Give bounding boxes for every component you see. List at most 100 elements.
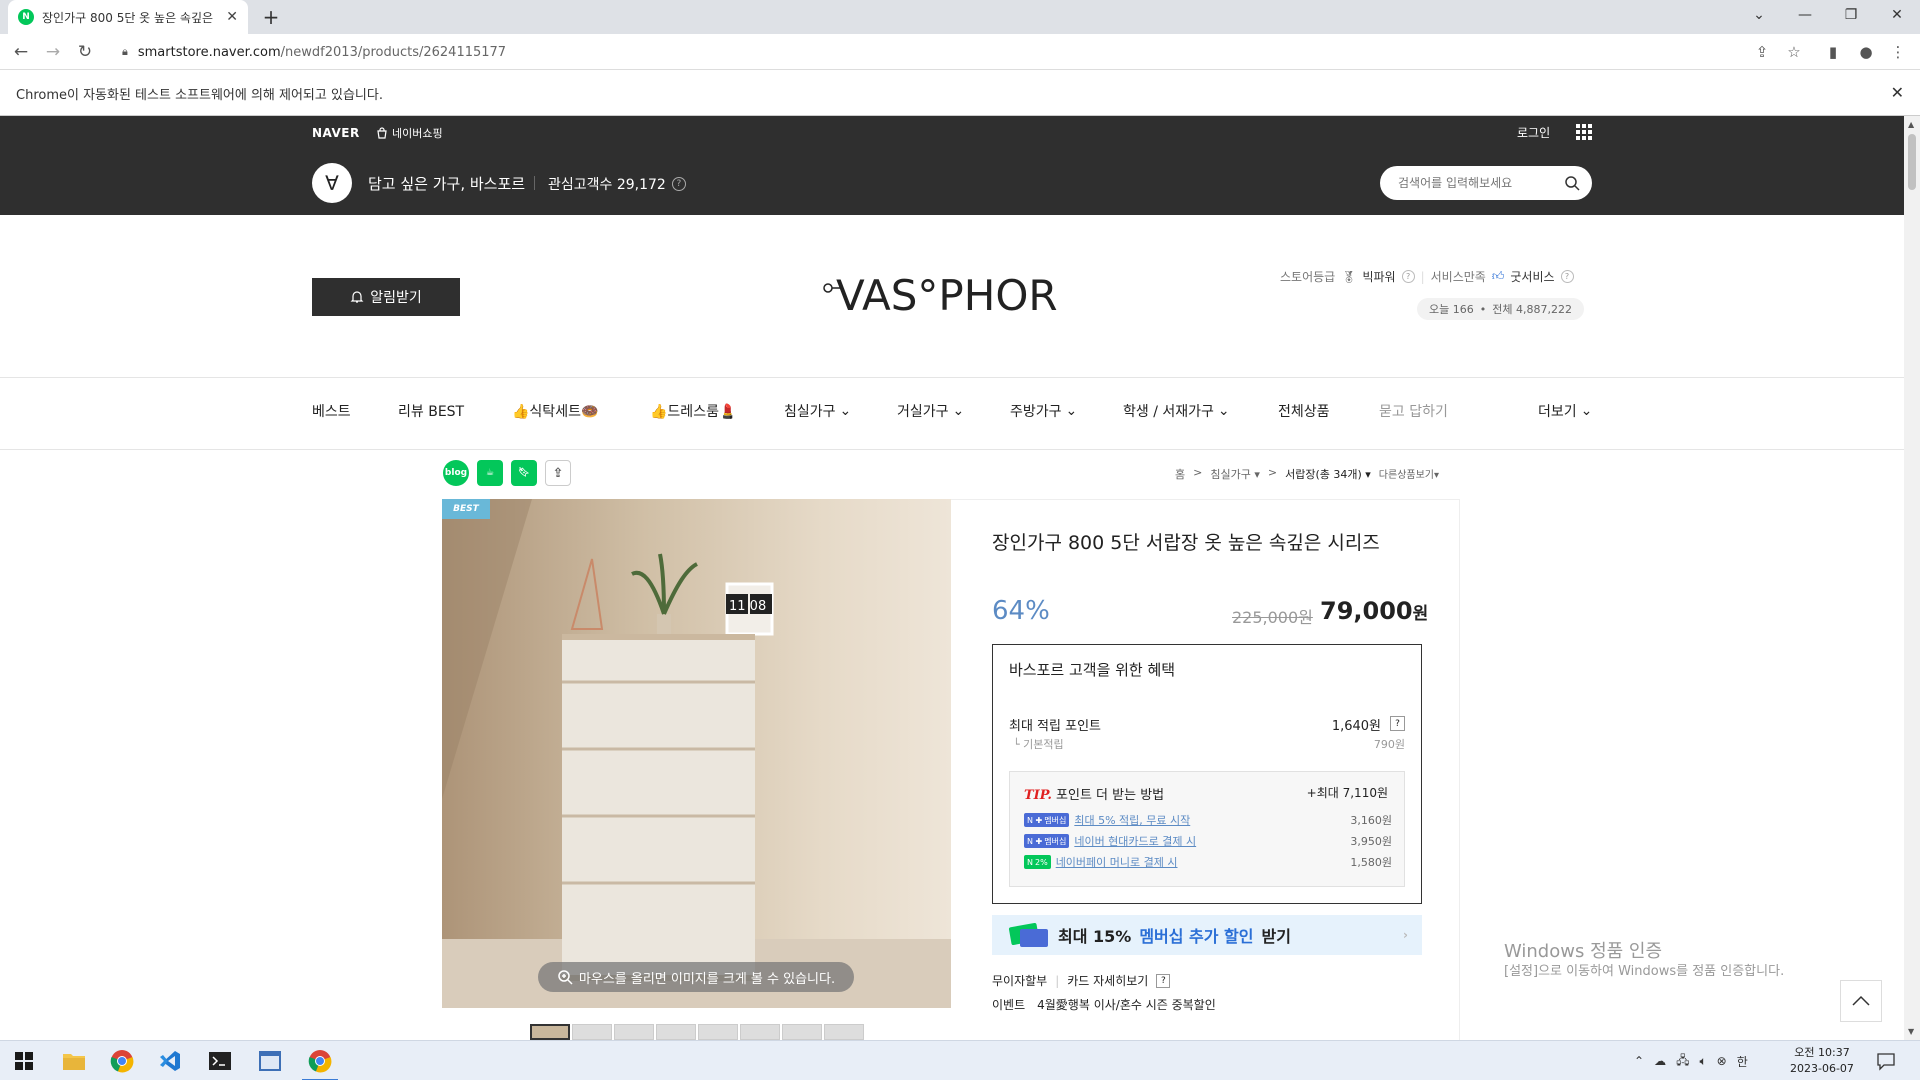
scroll-to-top-button[interactable] (1840, 980, 1882, 1022)
taskbar-clock[interactable]: 오전 10:37 2023-06-07 (1790, 1045, 1854, 1077)
menu-item-more[interactable]: 더보기 ⌄ (1538, 401, 1592, 421)
start-button[interactable] (0, 1041, 48, 1080)
menu-item-dining-set[interactable]: 👍식탁세트🍩 (512, 401, 598, 421)
menu-item-bedroom[interactable]: 침실가구 ⌄ (784, 401, 851, 421)
chrome-active-taskbar-button[interactable] (296, 1041, 344, 1080)
brand-logo[interactable]: VAS°PHOR (820, 264, 1080, 324)
blog-share-button[interactable]: blog (443, 460, 469, 486)
chevron-right-icon: › (1403, 928, 1408, 942)
naver-logo[interactable]: NAVER (312, 126, 360, 140)
store-name[interactable]: 담고 싶은 가구, 바스포르 (368, 173, 525, 194)
thumbnail[interactable] (824, 1024, 864, 1040)
scroll-down-icon[interactable]: ▼ (1908, 1027, 1914, 1036)
event-text[interactable]: 4월愛행복 이사/혼수 시즌 중복할인 (1037, 996, 1216, 1013)
tip-text[interactable]: 네이버페이 머니로 결제 시 (1056, 854, 1351, 870)
benefit-box: 바스포르 고객을 위한 혜택 최대 적립 포인트 1,640원 ? └ 기본적립… (992, 644, 1422, 904)
help-icon[interactable]: ? (1156, 973, 1171, 988)
back-button[interactable]: ← (8, 39, 34, 65)
browser-tab[interactable]: N 장인가구 800 5단 옷 높은 속깊은 ✕ (8, 0, 248, 34)
ime-indicator[interactable]: 한 (1737, 1053, 1748, 1070)
onedrive-icon[interactable]: ☁︎ (1654, 1054, 1666, 1068)
minimize-button[interactable]: — (1782, 0, 1828, 30)
base-points-label: └ 기본적립 (1013, 738, 1064, 751)
thumbnail[interactable] (572, 1024, 612, 1040)
login-link[interactable]: 로그인 (1517, 124, 1550, 141)
thumbnail[interactable] (740, 1024, 780, 1040)
volume-icon[interactable]: 🔈︎ (1699, 1054, 1706, 1069)
card-details-link[interactable]: 카드 자세히보기 (1067, 972, 1148, 989)
menu-item-kitchen[interactable]: 주방가구 ⌄ (1010, 401, 1077, 421)
tab-search-icon[interactable]: ⌄ (1736, 0, 1782, 30)
tip-heading: TIP. 포인트 더 받는 방법 (1024, 788, 1165, 803)
share-button[interactable]: ⇪ (545, 460, 571, 486)
naver-shopping-link[interactable]: 네이버쇼핑 (376, 125, 443, 141)
tip-row[interactable]: N 2% 네이버페이 머니로 결제 시 1,580원 (1024, 854, 1392, 870)
menu-item-dressroom[interactable]: 👍드레스룸💄 (650, 401, 736, 421)
bookmark-share-button[interactable]: 🔖︎ (511, 460, 537, 486)
forward-button[interactable]: → (40, 39, 66, 65)
store-search-box[interactable] (1380, 166, 1592, 200)
file-explorer-button[interactable] (50, 1041, 98, 1080)
scrollbar-thumb[interactable] (1908, 134, 1916, 190)
search-input[interactable] (1398, 176, 1564, 190)
thumbnail[interactable] (698, 1024, 738, 1040)
status-icon[interactable]: ⊗ (1717, 1054, 1727, 1068)
menu-item-livingroom[interactable]: 거실가구 ⌄ (897, 401, 964, 421)
chrome-menu-icon[interactable]: ⋮ (1888, 42, 1908, 62)
help-icon[interactable]: ? (1390, 716, 1405, 731)
infobar-close-icon[interactable]: ✕ (1891, 83, 1904, 102)
menu-item-review-best[interactable]: 리뷰 BEST (398, 401, 464, 421)
thumbnail[interactable] (530, 1024, 570, 1040)
cafe-share-button[interactable]: ☕︎ (477, 460, 503, 486)
scroll-up-icon[interactable]: ▲ (1908, 120, 1914, 129)
banner-highlight: 멤버십 추가 할인 (1139, 927, 1254, 946)
breadcrumb-level2[interactable]: 서랍장(총 34개) ▾ (1285, 466, 1371, 482)
reload-button[interactable]: ↻ (72, 39, 98, 65)
maximize-button[interactable]: ❐ (1828, 0, 1874, 30)
page-scrollbar[interactable]: ▲ ▼ (1904, 116, 1920, 1040)
breadcrumb-home[interactable]: 홈 (1175, 466, 1185, 482)
menu-item-all-products[interactable]: 전체상품 (1278, 401, 1330, 421)
help-icon[interactable]: ? (1401, 270, 1415, 283)
membership-banner[interactable]: 최대 15% 멤버십 추가 할인 받기 › (992, 915, 1422, 955)
breadcrumb: 홈 > 침실가구 ▾ > 서랍장(총 34개) ▾ 다른상품보기▾ (1175, 466, 1439, 482)
tip-text[interactable]: 최대 5% 적립, 무료 시작 (1074, 812, 1350, 828)
notification-icon[interactable] (1876, 1051, 1896, 1071)
store-profile-icon[interactable]: ∀ (312, 163, 352, 203)
thumbnail[interactable] (614, 1024, 654, 1040)
app-button[interactable] (246, 1041, 294, 1080)
chevron-up-icon[interactable]: ⌃ (1634, 1054, 1644, 1068)
chrome-taskbar-button[interactable] (98, 1041, 146, 1080)
tip-row[interactable]: N ✚ 멤버십 최대 5% 적립, 무료 시작 3,160원 (1024, 812, 1392, 828)
network-icon[interactable]: 🖧︎ (1676, 1051, 1689, 1072)
thumbnail[interactable] (656, 1024, 696, 1040)
product-image[interactable]: 11 08 BEST 마우스를 올리면 이미지를 크게 볼 수 있습니다. (442, 499, 951, 1008)
new-tab-button[interactable]: + (258, 4, 284, 30)
apps-grid-icon[interactable] (1576, 124, 1592, 140)
search-icon[interactable] (1564, 175, 1580, 191)
menu-item-best[interactable]: 베스트 (312, 401, 351, 421)
terminal-button[interactable] (196, 1041, 244, 1080)
share-page-icon[interactable]: ⇪ (1752, 42, 1772, 62)
profile-icon[interactable]: ● (1856, 42, 1876, 62)
breadcrumb-other[interactable]: 다른상품보기▾ (1379, 466, 1439, 482)
breadcrumb-level1[interactable]: 침실가구 ▾ (1210, 466, 1260, 482)
divider (0, 377, 1904, 378)
menu-item-qna[interactable]: 묻고 답하기 (1379, 401, 1448, 421)
tip-text[interactable]: 네이버 현대카드로 결제 시 (1074, 833, 1350, 849)
url-bar[interactable]: 🔒︎ smartstore.naver.com/newdf2013/produc… (110, 38, 1750, 66)
bookmark-star-icon[interactable]: ☆ (1784, 42, 1804, 62)
help-icon[interactable]: ? (1560, 270, 1574, 283)
tip-row[interactable]: N ✚ 멤버십 네이버 현대카드로 결제 시 3,950원 (1024, 833, 1392, 849)
tab-close-icon[interactable]: ✕ (226, 9, 238, 25)
close-window-button[interactable]: ✕ (1874, 0, 1920, 30)
alarm-button[interactable]: 알림받기 (312, 278, 460, 316)
chevron-down-icon: ⌄ (952, 403, 965, 419)
vscode-button[interactable] (146, 1041, 194, 1080)
lock-icon[interactable]: 🔒︎ (122, 45, 128, 59)
help-icon[interactable]: ? (671, 177, 686, 191)
menu-item-study[interactable]: 학생 / 서재가구 ⌄ (1123, 401, 1230, 421)
shopping-bag-icon (376, 127, 388, 139)
thumbnail[interactable] (782, 1024, 822, 1040)
side-panel-icon[interactable]: ▮ (1823, 42, 1843, 62)
